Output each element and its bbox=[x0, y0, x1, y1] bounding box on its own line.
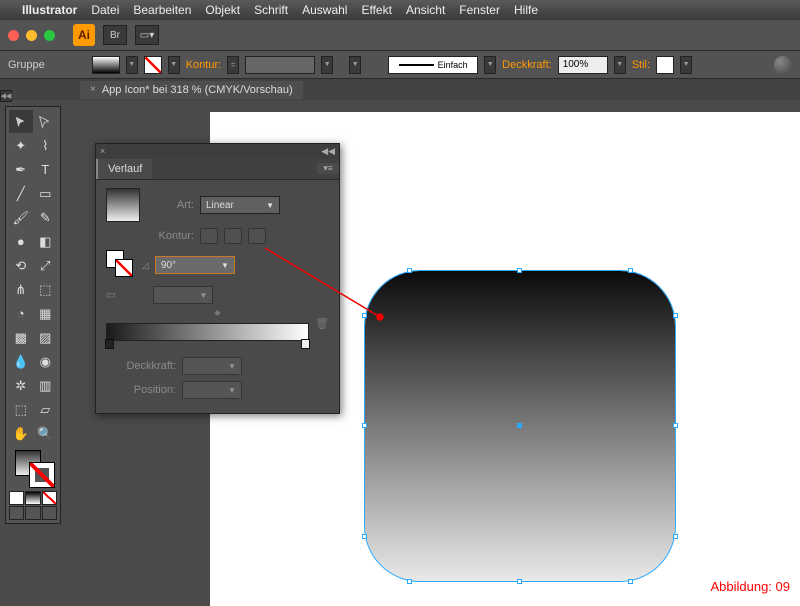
menu-fenster[interactable]: Fenster bbox=[459, 3, 500, 17]
minimize-button[interactable] bbox=[26, 30, 37, 41]
menu-hilfe[interactable]: Hilfe bbox=[514, 3, 538, 17]
app-logo: Ai bbox=[73, 24, 95, 46]
handle[interactable] bbox=[517, 268, 522, 273]
window-titlebar: Ai Br ▭▾ bbox=[0, 20, 800, 50]
menu-app[interactable]: Illustrator bbox=[22, 3, 77, 17]
handle[interactable] bbox=[362, 534, 367, 539]
handle[interactable] bbox=[407, 579, 412, 584]
deckkraft-label: Deckkraft: bbox=[502, 59, 552, 71]
menu-auswahl[interactable]: Auswahl bbox=[302, 3, 347, 17]
bridge-button[interactable]: Br bbox=[103, 25, 127, 45]
stroke-profile-dd[interactable]: ▼ bbox=[484, 56, 496, 74]
menu-schrift[interactable]: Schrift bbox=[254, 3, 288, 17]
style-swatch[interactable] bbox=[656, 56, 674, 74]
zoom-button[interactable] bbox=[44, 30, 55, 41]
stroke-profile[interactable]: Einfach bbox=[388, 56, 478, 74]
menu-ansicht[interactable]: Ansicht bbox=[406, 3, 445, 17]
selection-label: Gruppe bbox=[8, 59, 45, 71]
doc-setup-icon[interactable] bbox=[774, 56, 792, 74]
menu-datei[interactable]: Datei bbox=[91, 3, 119, 17]
macos-menubar: Illustrator Datei Bearbeiten Objekt Schr… bbox=[0, 0, 800, 20]
kontur-label: Kontur: bbox=[186, 59, 221, 71]
opacity-input[interactable]: 100% bbox=[558, 56, 608, 74]
arrange-button[interactable]: ▭▾ bbox=[135, 25, 159, 45]
document-tab[interactable]: × App Icon* bei 318 % (CMYK/Vorschau) bbox=[80, 81, 303, 99]
stroke-weight-dd[interactable]: ▼ bbox=[321, 56, 333, 74]
zoom-tool[interactable]: 🔍 bbox=[34, 422, 58, 445]
handle[interactable] bbox=[362, 423, 367, 428]
control-bar: Gruppe ▼ ▼ Kontur: ≑ ▼ ▼ Einfach ▼ Deckk… bbox=[0, 50, 800, 78]
color-mode-row[interactable] bbox=[9, 491, 57, 505]
fill-stroke-indicator[interactable] bbox=[9, 446, 57, 490]
fill-swatch[interactable] bbox=[92, 56, 120, 74]
screen-mode-row[interactable] bbox=[9, 506, 57, 520]
handle[interactable] bbox=[673, 423, 678, 428]
vsp[interactable]: ▼ bbox=[349, 56, 361, 74]
stroke-weight-input[interactable] bbox=[245, 56, 315, 74]
close-button[interactable] bbox=[8, 30, 19, 41]
hand-tool[interactable]: ✋ bbox=[9, 422, 33, 445]
workspace: ◀◀ ✦ ⌇ ✒ T ╱ ▭ 🖌 ✎ ● ◧ ⟲ ⤢ ⋔ ⬚ ◔ ▦ ▩ ▨ 💧… bbox=[0, 100, 800, 600]
style-dd[interactable]: ▼ bbox=[680, 56, 692, 74]
menu-objekt[interactable]: Objekt bbox=[205, 3, 240, 17]
handle[interactable] bbox=[673, 313, 678, 318]
handle[interactable] bbox=[673, 534, 678, 539]
stroke-dropdown[interactable]: ▼ bbox=[168, 56, 180, 74]
opacity-dd[interactable]: ▼ bbox=[614, 56, 626, 74]
handle[interactable] bbox=[517, 579, 522, 584]
figure-caption: Abbildung: 09 bbox=[710, 579, 790, 594]
tab-title: App Icon* bei 318 % (CMYK/Vorschau) bbox=[102, 84, 293, 96]
tab-close-icon[interactable]: × bbox=[90, 84, 96, 95]
window-controls bbox=[8, 30, 55, 41]
center-handle[interactable] bbox=[517, 423, 522, 428]
stroke-box[interactable] bbox=[29, 462, 55, 488]
artboard-tool[interactable]: ⬚ bbox=[9, 398, 33, 421]
slice-tool[interactable]: ▱ bbox=[34, 398, 58, 421]
stil-label: Stil: bbox=[632, 59, 650, 71]
handle[interactable] bbox=[628, 579, 633, 584]
annotation-arrow bbox=[0, 100, 500, 400]
stroke-weight-stepper[interactable]: ≑ bbox=[227, 56, 239, 74]
document-tabbar: × App Icon* bei 318 % (CMYK/Vorschau) bbox=[0, 78, 800, 100]
fill-dropdown[interactable]: ▼ bbox=[126, 56, 138, 74]
menu-bearbeiten[interactable]: Bearbeiten bbox=[133, 3, 191, 17]
menu-effekt[interactable]: Effekt bbox=[361, 3, 391, 17]
stroke-swatch[interactable] bbox=[144, 56, 162, 74]
handle[interactable] bbox=[628, 268, 633, 273]
